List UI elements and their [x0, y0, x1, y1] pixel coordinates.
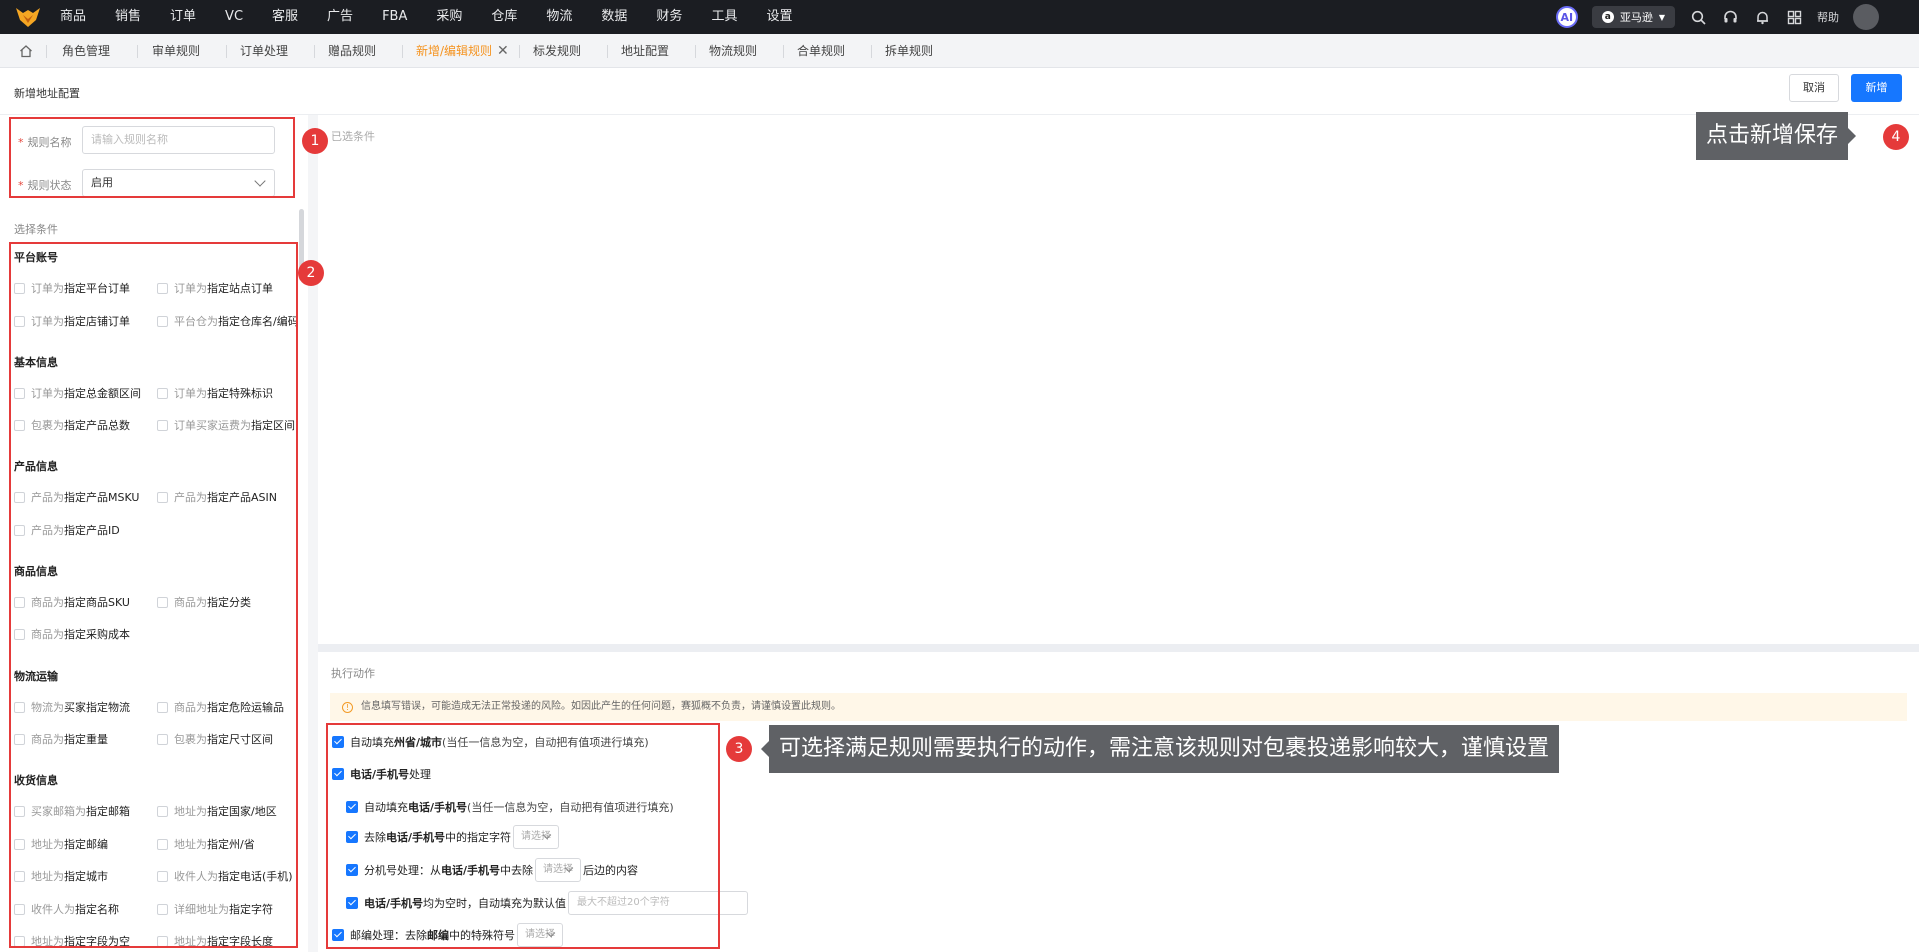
annotation-tip-3: 可选择满足规则需要执行的动作，需注意该规则对包裹投递影响较大，谨慎设置 — [760, 725, 1560, 773]
bell-icon[interactable] — [1753, 8, 1771, 26]
tab-separator — [519, 45, 520, 58]
tab-order-processing[interactable]: 订单处理 — [228, 34, 288, 68]
selected-conditions-title: 已选条件 — [331, 130, 375, 143]
nav-item-logistics[interactable]: 物流 — [546, 0, 587, 34]
nav-item-vc[interactable]: VC — [225, 0, 258, 34]
panel-divider — [308, 115, 318, 952]
main-nav: 商品 销售 订单 VC 客服 广告 FBA 采购 仓库 物流 数据 财务 工具 … — [60, 0, 821, 34]
tab-role-management[interactable]: 角色管理 — [50, 34, 110, 68]
cancel-button[interactable]: 取消 — [1789, 74, 1839, 102]
nav-item-sales[interactable]: 销售 — [115, 0, 156, 34]
annotation-number-3: 3 — [726, 736, 752, 762]
nav-item-service[interactable]: 客服 — [272, 0, 313, 34]
page-title: 新增地址配置 — [14, 87, 80, 100]
tab-separator — [137, 45, 138, 58]
search-icon[interactable] — [1689, 8, 1707, 26]
tab-separator — [314, 45, 315, 58]
tab-separator — [607, 45, 608, 58]
tab-separator — [871, 45, 872, 58]
apps-grid-icon[interactable] — [1785, 8, 1803, 26]
tab-gift-rules[interactable]: 赠品规则 — [316, 34, 376, 68]
amazon-icon: a — [1601, 11, 1614, 23]
annotation-number-4: 4 — [1883, 124, 1909, 150]
tab-separator — [402, 45, 403, 58]
top-right-tools: AI a 亚马逊 ▼ 帮助 — [1555, 0, 1879, 34]
nav-item-purchase[interactable]: 采购 — [436, 0, 477, 34]
annotation-number-2: 2 — [298, 260, 324, 286]
home-icon[interactable] — [19, 44, 33, 58]
tab-separator — [783, 45, 784, 58]
nav-item-finance[interactable]: 财务 — [656, 0, 697, 34]
avatar[interactable] — [1853, 4, 1879, 30]
tab-address-config[interactable]: 地址配置 — [609, 34, 669, 68]
tab-label-rules[interactable]: 标发规则 — [521, 34, 581, 68]
create-button[interactable]: 新增 — [1851, 74, 1902, 102]
shop-selector-label: 亚马逊 — [1619, 11, 1653, 24]
tab-close-icon[interactable]: ✕ — [497, 43, 509, 59]
headset-icon[interactable] — [1721, 8, 1739, 26]
help-link[interactable]: 帮助 — [1817, 9, 1839, 25]
warning-text: 信息填写错误，可能造成无法正常投递的风险。如因此产生的任何问题，赛狐概不负责，请… — [361, 701, 841, 712]
annotation-number-1: 1 — [302, 128, 328, 154]
conditions-title: 选择条件 — [14, 223, 58, 236]
tab-review-rules[interactable]: 审单规则 — [140, 34, 200, 68]
tab-split-rules[interactable]: 拆单规则 — [873, 34, 933, 68]
tab-bar: 角色管理 审单规则 订单处理 赠品规则 新增/编辑规则 ✕ 标发规则 地址配置 … — [0, 34, 1919, 68]
nav-item-settings[interactable]: 设置 — [766, 0, 807, 34]
info-icon: ! — [342, 702, 353, 713]
top-navbar: 商品 销售 订单 VC 客服 广告 FBA 采购 仓库 物流 数据 财务 工具 … — [0, 0, 1919, 34]
tab-add-edit-rules[interactable]: 新增/编辑规则 — [404, 34, 492, 68]
actions-title: 执行动作 — [331, 667, 375, 680]
app-logo-icon[interactable] — [14, 6, 42, 28]
nav-item-ads[interactable]: 广告 — [327, 0, 368, 34]
annotation-box-2 — [9, 242, 298, 948]
caret-down-icon: ▼ — [1658, 12, 1665, 22]
nav-item-warehouse[interactable]: 仓库 — [491, 0, 532, 34]
tab-separator — [695, 45, 696, 58]
annotation-tip-4: 点击新增保存 — [1696, 112, 1857, 160]
nav-item-tools[interactable]: 工具 — [711, 0, 752, 34]
annotation-box-3 — [326, 723, 720, 949]
nav-item-goods[interactable]: 商品 — [60, 0, 101, 34]
section-gap — [318, 644, 1919, 652]
tab-separator — [46, 45, 47, 58]
divider — [0, 114, 1919, 115]
annotation-box-1 — [9, 117, 295, 198]
nav-item-fba[interactable]: FBA — [382, 0, 422, 34]
tab-separator — [226, 45, 227, 58]
nav-item-data[interactable]: 数据 — [601, 0, 642, 34]
shop-selector[interactable]: a 亚马逊 ▼ — [1591, 6, 1675, 28]
tab-merge-rules[interactable]: 合单规则 — [785, 34, 845, 68]
warning-banner: ! 信息填写错误，可能造成无法正常投递的风险。如因此产生的任何问题，赛狐概不负责，… — [330, 693, 1907, 721]
tab-logistics-rules[interactable]: 物流规则 — [697, 34, 757, 68]
nav-item-orders[interactable]: 订单 — [170, 0, 211, 34]
ai-assistant-icon[interactable]: AI — [1555, 6, 1578, 28]
